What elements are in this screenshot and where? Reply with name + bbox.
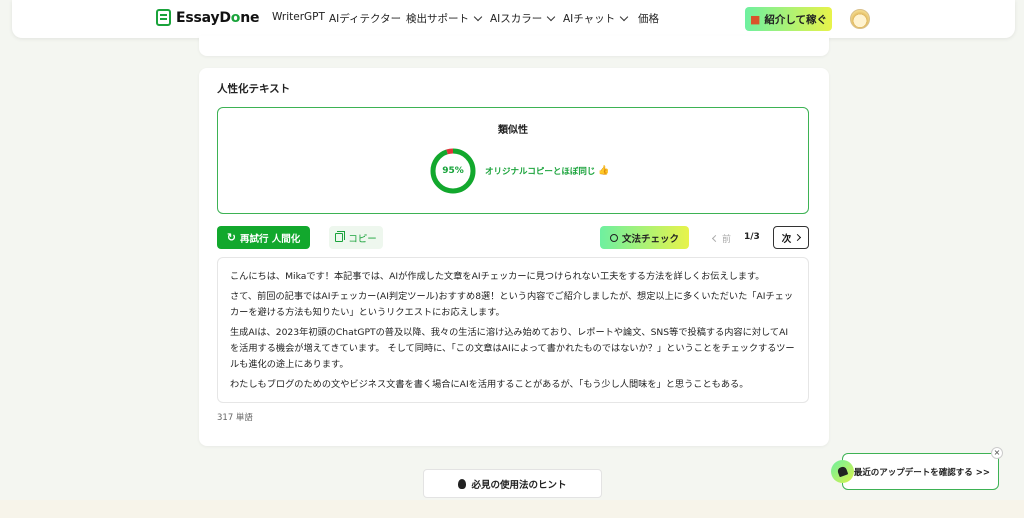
similarity-panel: 類似性 95% オリジナルコピーとほぼ同じ 👍	[217, 107, 809, 214]
chevron-left-icon	[711, 234, 720, 242]
recent-updates-banner[interactable]: 最近のアップデートを確認する >>	[842, 453, 999, 490]
gift-icon: ■	[749, 12, 761, 26]
grammar-check-button[interactable]: 文法チェック	[600, 226, 689, 249]
word-count: 317 単語	[217, 413, 253, 423]
lightbulb-icon	[458, 478, 467, 489]
top-navbar: EssayDone WriterGPT AIディテクター 検出サポート AIスカ…	[12, 0, 1015, 38]
essaydone-logo[interactable]: EssayDone	[156, 9, 259, 26]
copy-button[interactable]: コピー	[329, 226, 383, 249]
retry-humanize-button[interactable]: ↻ 再試行 人間化	[217, 226, 310, 249]
usage-tips-button[interactable]: 必見の使用法のヒント	[423, 469, 602, 498]
output-paragraph: こんにちは、Mikaです！本記事では、AIが作成した文章をAIチェッカーに見つけ…	[230, 271, 765, 282]
chevron-down-icon	[619, 12, 629, 22]
footer-strip	[0, 500, 1024, 518]
output-paragraph: 生成AIは、2023年初頭のChatGPTの普及以降、我々の生活に溶け込み始めて…	[230, 327, 795, 370]
humanized-text-card: 人性化テキスト 類似性 95% オリジナルコピーとほぼ同じ 👍 ↻ 再試行 人間…	[199, 68, 829, 446]
card-title: 人性化テキスト	[217, 83, 291, 95]
thumbs-up-icon: 👍	[598, 166, 610, 176]
refer-and-earn-button[interactable]: ■ 紹介して稼ぐ	[745, 7, 832, 31]
previous-button[interactable]: 前	[705, 228, 739, 248]
humanized-output-text[interactable]: こんにちは、Mikaです！本記事では、AIが作成した文章をAIチェッカーに見つけ…	[217, 257, 809, 403]
close-icon[interactable]: ×	[991, 447, 1003, 459]
similarity-title: 類似性	[498, 125, 528, 136]
nav-item-pricing[interactable]: 価格	[638, 11, 659, 26]
nav-item-ai-chat[interactable]: AIチャット	[563, 11, 629, 26]
nav-item-ai-detector[interactable]: AIディテクター	[329, 11, 401, 26]
search-icon	[609, 233, 618, 242]
similarity-percent: 95%	[442, 166, 464, 176]
similarity-label: オリジナルコピーとほぼ同じ 👍	[485, 166, 610, 177]
copy-icon	[335, 231, 346, 242]
page-indicator: 1/3	[744, 232, 760, 242]
chevron-down-icon	[473, 12, 483, 22]
output-paragraph: さて、前回の記事ではAIチェッカー(AI判定ツール)おすすめ8選！という内容でご…	[230, 291, 794, 318]
document-icon	[156, 9, 171, 26]
previous-card-bottom	[199, 36, 829, 56]
chevron-right-icon	[794, 233, 802, 242]
logo-text: EssayDone	[176, 9, 260, 26]
announcement-badge[interactable]	[831, 460, 854, 483]
chevron-down-icon	[547, 12, 556, 22]
refresh-icon: ↻	[226, 231, 236, 244]
next-button[interactable]: 次	[773, 226, 809, 249]
user-avatar[interactable]	[850, 9, 870, 29]
nav-item-writergpt[interactable]: WriterGPT	[272, 11, 325, 23]
megaphone-icon	[836, 465, 849, 478]
output-paragraph: わたしもブログのための文やビジネス文書を書く場合にAIを活用することがあるが、「…	[230, 379, 749, 390]
nav-item-ai-scholar[interactable]: AIスカラー	[490, 11, 556, 26]
nav-item-detection-support[interactable]: 検出サポート	[406, 11, 483, 26]
